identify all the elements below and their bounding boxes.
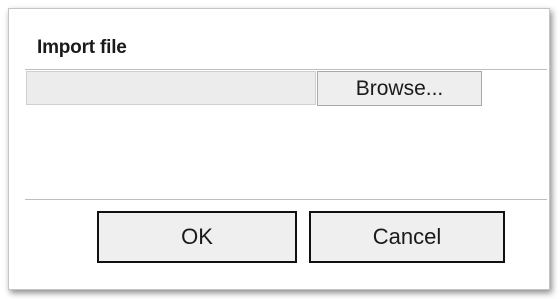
ok-button[interactable]: OK [97, 211, 297, 263]
footer-divider [25, 199, 547, 200]
browse-button[interactable]: Browse... [317, 71, 482, 106]
title-divider [25, 69, 547, 70]
dialog-title: Import file [37, 37, 127, 58]
file-path-field[interactable] [26, 71, 316, 105]
screen: Import file Browse... OK Cancel [0, 0, 560, 299]
cancel-button[interactable]: Cancel [309, 211, 505, 263]
import-file-dialog: Import file Browse... OK Cancel [8, 8, 550, 290]
